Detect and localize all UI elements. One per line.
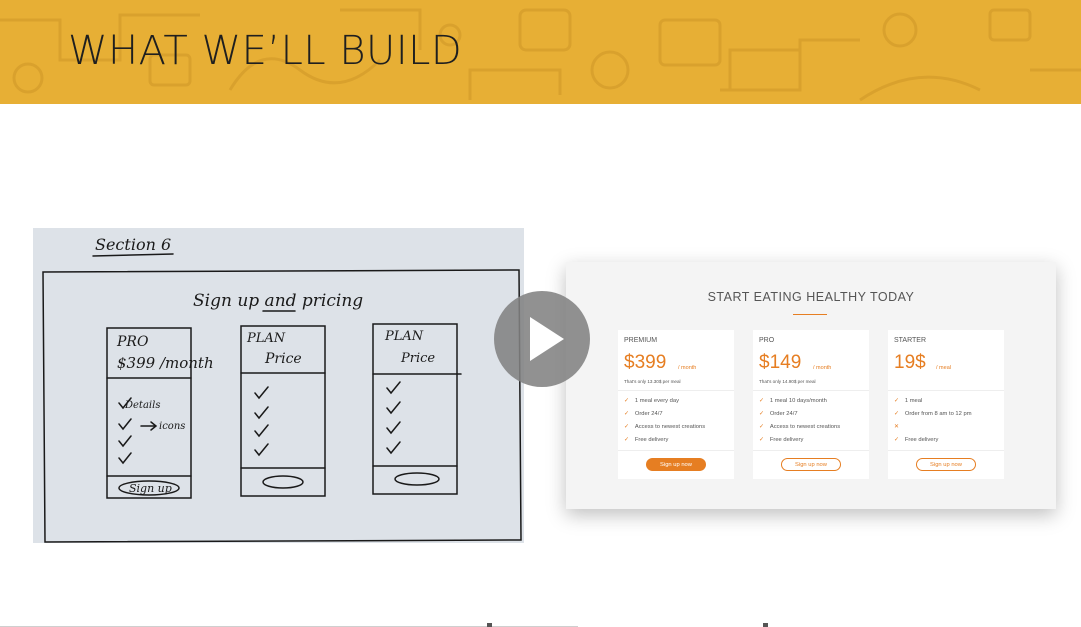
- feature-item: ✓ Access to newest creations: [624, 424, 705, 430]
- header-banner: WHAT WE’LL BUILD: [0, 0, 1081, 104]
- check-icon: ✓: [624, 398, 629, 404]
- sketch-card-1-line-1: Details: [124, 400, 160, 411]
- feature-text: Access to newest creations: [769, 424, 841, 430]
- sketch-drawing: Section 6 Sign up and pricing PRO $399 /…: [42, 235, 522, 543]
- check-icon: ✓: [894, 411, 899, 417]
- plan-note: That's only 14.90$ per meal: [759, 379, 816, 384]
- check-icon: ✓: [759, 411, 764, 417]
- cross-icon: ✕: [894, 424, 899, 430]
- check-icon: ✓: [759, 437, 764, 443]
- plan-card-pro: PRO $149 / month That's only 14.90$ per …: [753, 330, 869, 479]
- feature-text: 1 meal every day: [634, 398, 680, 404]
- sketch-card-1-line-2: icons: [159, 421, 185, 432]
- check-icon: ✓: [624, 411, 629, 417]
- feature-item: ✓ 1 meal every day: [624, 398, 679, 404]
- feature-text: Order 24/7: [769, 411, 798, 417]
- sketch-card-1-button: Sign up: [129, 482, 172, 495]
- feature-text: Free delivery: [769, 437, 804, 443]
- plan-price: $149: [759, 352, 802, 373]
- feature-text: Free delivery: [904, 437, 939, 443]
- feature-item: ✓ Free delivery: [624, 437, 668, 443]
- feature-item: ✓ Free delivery: [894, 437, 938, 443]
- sign-up-button-starter[interactable]: Sign up now: [916, 458, 976, 471]
- check-icon: ✓: [759, 424, 764, 430]
- feature-item: ✓ Access to newest creations: [759, 424, 840, 430]
- feature-text: Free delivery: [634, 437, 669, 443]
- check-icon: ✓: [894, 398, 899, 404]
- plan-name: PRO: [759, 337, 775, 344]
- check-icon: ✓: [759, 398, 764, 404]
- check-icon: ✓: [624, 437, 629, 443]
- plan-note: That's only 13.30$ per meal: [624, 379, 681, 384]
- feature-text: Access to newest creations: [634, 424, 706, 430]
- sketch-card-3-price: Price: [400, 351, 435, 366]
- feature-text: Order 24/7: [634, 411, 663, 417]
- sketch-card-1-price: $399 /month: [117, 354, 214, 372]
- divider: [618, 390, 734, 391]
- plan-price: 19$: [894, 352, 926, 373]
- plan-card-premium: PREMIUM $399 / month That's only 13.30$ …: [618, 330, 734, 479]
- feature-text: 1 meal 10 days/month: [769, 398, 827, 404]
- plan-name: STARTER: [894, 337, 927, 344]
- pricing-heading: START EATING HEALTHY TODAY: [707, 290, 915, 304]
- plan-price: $399: [624, 352, 667, 373]
- divider: [888, 390, 1004, 391]
- feature-item: ✓ 1 meal: [894, 398, 922, 404]
- feature-item: ✓ Free delivery: [759, 437, 803, 443]
- feature-text: 1 meal: [904, 398, 923, 404]
- divider: [753, 450, 869, 451]
- feature-item: ✓ 1 meal 10 days/month: [759, 398, 827, 404]
- plan-period: / month: [813, 365, 832, 371]
- heading-underline: [793, 314, 827, 315]
- progress-marker: [763, 623, 768, 627]
- play-icon[interactable]: [494, 291, 590, 387]
- check-icon: ✓: [894, 437, 899, 443]
- plan-period: / meal: [936, 365, 951, 371]
- pricing-section-screenshot: START EATING HEALTHY TODAY PREMIUM $399 …: [566, 262, 1056, 509]
- sketch-heading: Sign up and pricing: [193, 291, 363, 311]
- sketch-card-1-plan: PRO: [116, 334, 149, 350]
- divider: [888, 450, 1004, 451]
- sketch-card-3-plan: PLAN: [384, 329, 424, 344]
- plan-card-starter: STARTER 19$ / meal ✓ 1 meal ✓ Order from 8…: [888, 330, 1004, 479]
- sign-up-button-pro[interactable]: Sign up now: [781, 458, 841, 471]
- wireframe-sketch-image: Section 6 Sign up and pricing PRO $399 /…: [33, 228, 524, 543]
- plan-name: PREMIUM: [624, 337, 658, 344]
- feature-text: Order from 8 am to 12 pm: [904, 411, 972, 417]
- feature-item: ✓ Order 24/7: [759, 411, 798, 417]
- progress-marker: [487, 623, 492, 627]
- divider: [753, 390, 869, 391]
- sketch-card-2-price: Price: [264, 351, 302, 367]
- feature-item: ✕: [894, 424, 905, 430]
- divider: [618, 450, 734, 451]
- feature-item: ✓ Order from 8 am to 12 pm: [894, 411, 972, 417]
- check-icon: ✓: [624, 424, 629, 430]
- sketch-card-2-plan: PLAN: [246, 331, 286, 346]
- sketch-section-label: Section 6: [95, 235, 171, 254]
- feature-item: ✓ Order 24/7: [624, 411, 663, 417]
- sign-up-button-premium[interactable]: Sign up now: [646, 458, 706, 471]
- plan-period: / month: [678, 365, 697, 371]
- page-title: WHAT WE’LL BUILD: [68, 28, 463, 74]
